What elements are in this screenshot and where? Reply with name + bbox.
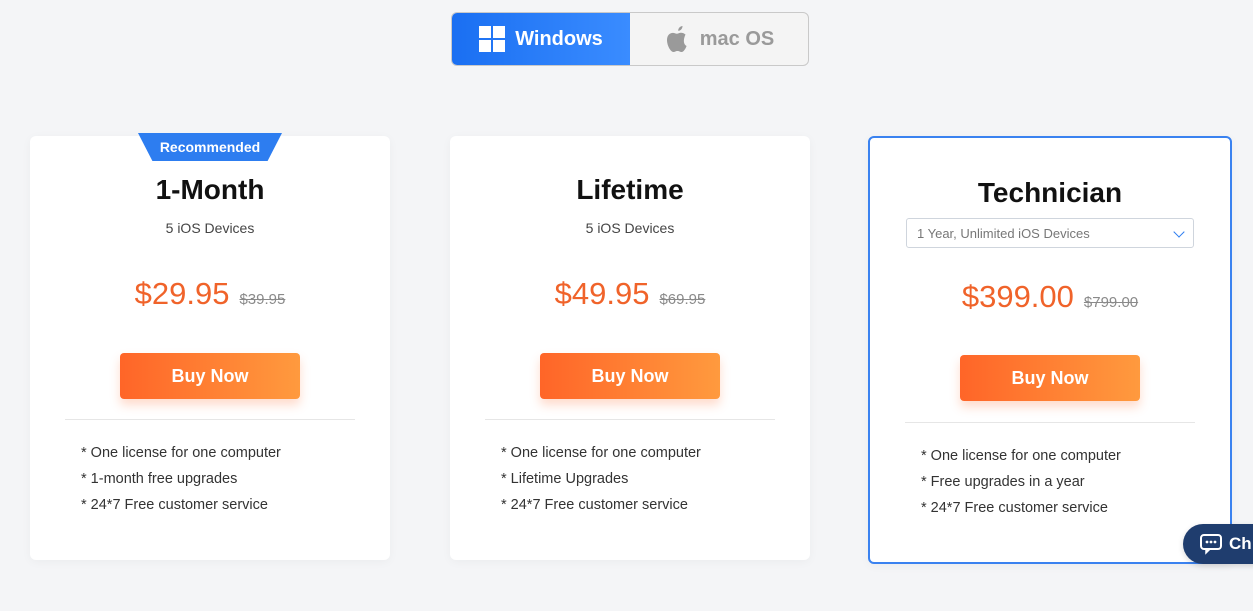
plan-title: 1-Month — [155, 174, 265, 205]
feature-list: * One license for one computer * Lifetim… — [501, 444, 701, 522]
divider — [65, 419, 355, 420]
price: $49.95 — [554, 276, 650, 311]
feature-item: * 24*7 Free customer service — [81, 497, 268, 513]
license-select-value: 1 Year, Unlimited iOS Devices — [917, 225, 1090, 241]
price-row: $399.00 $799.00 — [870, 279, 1230, 315]
price: $399.00 — [961, 279, 1074, 314]
chat-label: Ch — [1229, 534, 1252, 553]
divider — [905, 422, 1195, 423]
feature-item: * 24*7 Free customer service — [501, 497, 688, 513]
buy-now-button[interactable]: Buy Now — [540, 353, 720, 399]
license-select[interactable]: 1 Year, Unlimited iOS Devices — [906, 218, 1194, 248]
feature-item: * Free upgrades in a year — [921, 474, 1085, 490]
feature-item: * One license for one computer — [81, 445, 281, 461]
plan-card-lifetime: Lifetime 5 iOS Devices $49.95 $69.95 Buy… — [450, 136, 810, 560]
divider — [485, 419, 775, 420]
plan-subtitle: 5 iOS Devices — [165, 220, 255, 236]
feature-item: * 1-month free upgrades — [81, 471, 238, 487]
feature-item: * One license for one computer — [501, 445, 701, 461]
buy-now-button[interactable]: Buy Now — [120, 353, 300, 399]
old-price: $799.00 — [1083, 294, 1139, 311]
buy-now-button[interactable]: Buy Now — [960, 355, 1140, 401]
price-row: $49.95 $69.95 — [450, 276, 810, 312]
feature-list: * One license for one computer * 1-month… — [81, 444, 281, 522]
os-toggle: Windows mac OS — [451, 12, 809, 66]
chevron-down-icon — [1173, 226, 1185, 238]
old-price: $69.95 — [659, 291, 706, 308]
plan-subtitle: 5 iOS Devices — [585, 220, 675, 236]
plan-title: Technician — [977, 177, 1123, 208]
old-price: $39.95 — [239, 291, 286, 308]
chat-bubble-icon — [1199, 533, 1223, 555]
windows-tab-label: Windows — [515, 27, 603, 50]
macos-tab[interactable]: mac OS — [630, 13, 808, 65]
feature-list: * One license for one computer * Free up… — [921, 447, 1121, 525]
feature-item: * Lifetime Upgrades — [501, 471, 629, 487]
macos-tab-label: mac OS — [699, 27, 775, 50]
price-row: $29.95 $39.95 — [30, 276, 390, 312]
windows-tab[interactable]: Windows — [452, 13, 630, 65]
apple-icon — [664, 24, 690, 54]
recommended-badge: Recommended — [138, 133, 282, 161]
chat-button[interactable]: Ch — [1183, 524, 1253, 564]
price: $29.95 — [134, 276, 230, 311]
plan-card-technician: Technician 1 Year, Unlimited iOS Devices… — [868, 136, 1232, 564]
plan-title: Lifetime — [576, 174, 684, 205]
windows-icon — [479, 26, 506, 52]
feature-item: * One license for one computer — [921, 448, 1121, 464]
plan-card-1-month: Recommended 1-Month 5 iOS Devices $29.95… — [30, 133, 390, 560]
feature-item: * 24*7 Free customer service — [921, 500, 1108, 516]
